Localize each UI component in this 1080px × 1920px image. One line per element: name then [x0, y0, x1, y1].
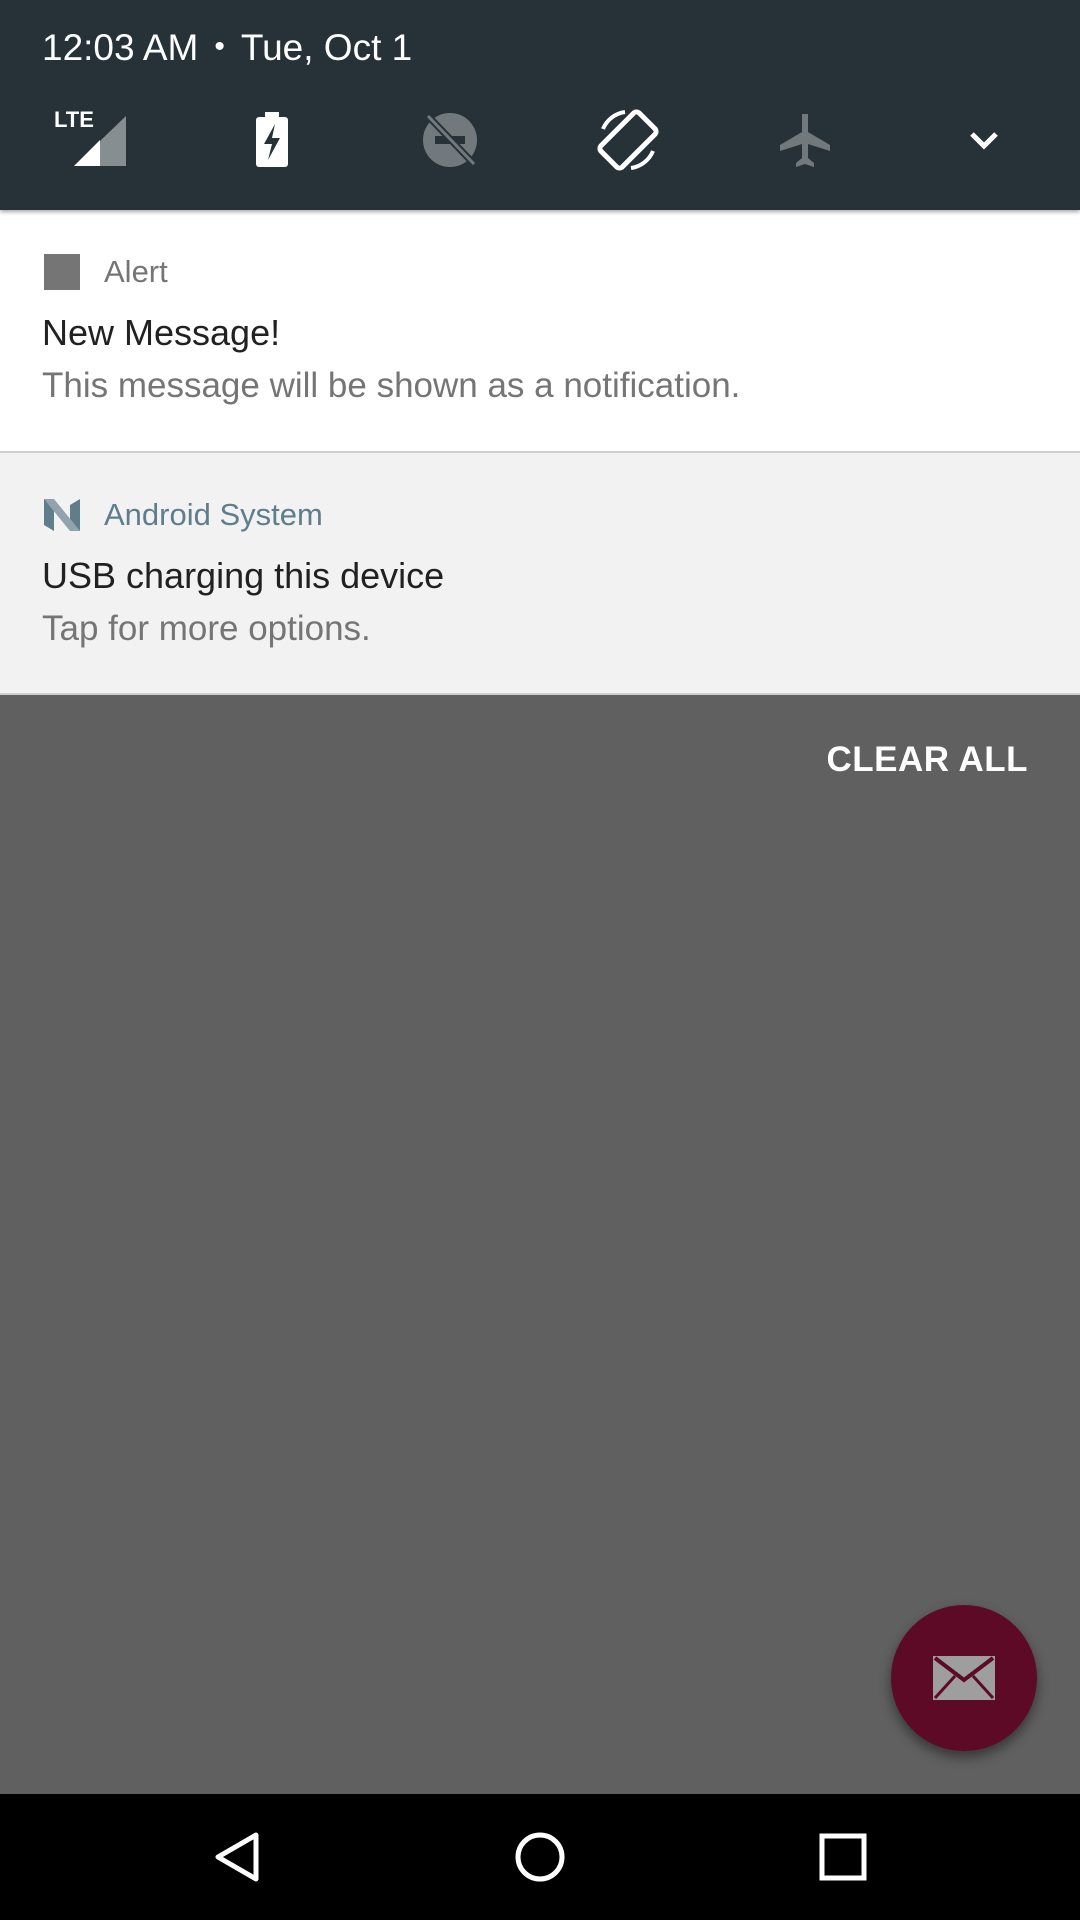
notification-header: Alert — [42, 252, 168, 292]
status-date[interactable]: Tue, Oct 1 — [241, 27, 412, 68]
do-not-disturb-tile[interactable] — [412, 104, 488, 176]
notification-text: This message will be shown as a notifica… — [42, 366, 741, 405]
status-time: 12:03 AM — [42, 27, 199, 68]
expand-quick-settings-button[interactable] — [946, 104, 1022, 176]
notification-android-system[interactable]: Android System USB charging this device … — [0, 453, 1080, 695]
compose-mail-fab[interactable] — [891, 1605, 1037, 1751]
app-square-icon — [42, 252, 82, 292]
battery-saver-tile[interactable] — [234, 104, 310, 176]
expand-chevron-icon — [970, 132, 998, 150]
navigation-bar — [0, 1794, 1080, 1920]
auto-rotate-icon — [597, 109, 659, 171]
home-button[interactable] — [500, 1817, 580, 1897]
airplane-mode-icon — [780, 114, 830, 167]
notification-app-name: Alert — [104, 254, 168, 289]
notification-app-name: Android System — [104, 497, 323, 532]
notification-alert[interactable]: Alert New Message! This message will be … — [0, 210, 1080, 453]
battery-saver-icon — [256, 112, 288, 167]
lte-label: LTE — [54, 107, 94, 132]
quick-settings-header: 12:03 AM • Tue, Oct 1 LTE — [0, 0, 1080, 210]
status-separator: • — [214, 30, 225, 63]
do-not-disturb-off-icon — [423, 113, 477, 167]
airplane-mode-tile[interactable] — [767, 104, 843, 176]
notification-title: New Message! — [42, 312, 281, 353]
notification-header: Android System — [42, 495, 323, 535]
notification-title: USB charging this device — [42, 555, 445, 596]
back-icon — [215, 1832, 259, 1882]
notification-text: Tap for more options. — [42, 609, 371, 648]
home-icon — [515, 1832, 565, 1882]
back-button[interactable] — [198, 1817, 278, 1897]
clear-all-button[interactable]: CLEAR ALL — [826, 735, 1028, 785]
lte-signal-icon: LTE — [54, 107, 126, 166]
mail-icon — [933, 1656, 995, 1700]
status-date-time: 12:03 AM • Tue, Oct 1 — [42, 22, 412, 73]
auto-rotate-tile[interactable] — [590, 104, 666, 176]
recents-icon — [819, 1833, 867, 1881]
recents-button[interactable] — [803, 1817, 883, 1897]
android-n-icon — [42, 495, 82, 535]
lte-signal-tile[interactable]: LTE — [52, 104, 128, 176]
